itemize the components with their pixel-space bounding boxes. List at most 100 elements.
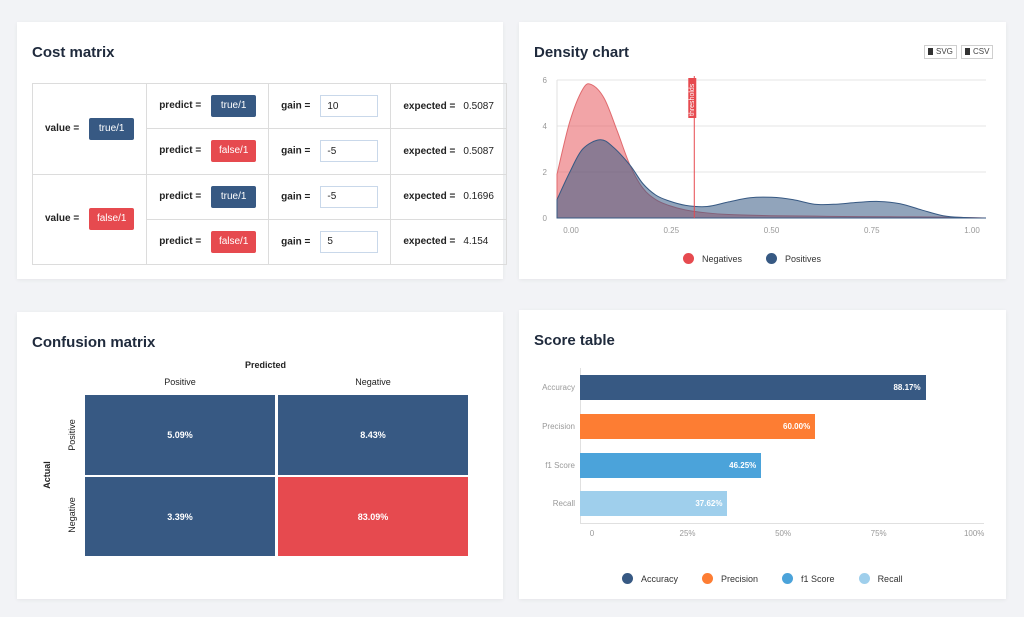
legend-dot	[622, 573, 633, 584]
expected-cell: expected = 0.5087	[390, 82, 507, 130]
score-bar: 46.25%	[580, 453, 762, 478]
legend-dot	[683, 253, 694, 264]
gain-input[interactable]	[320, 185, 379, 208]
x-tick-label: 75%	[870, 529, 887, 538]
x-tick-label: 50%	[775, 529, 792, 538]
predict-cell: predict = true/1	[146, 173, 270, 220]
score-bar: 60.00%	[580, 414, 816, 439]
score-bar: 37.62%	[580, 491, 728, 516]
cost-matrix-table: value = true/1 predict = true/1 gain = expect…	[31, 82, 507, 266]
confusion-cell-fn: 8.43%	[278, 395, 468, 475]
score-table-card: Score table 88.17% Accuracy 60.00% Precisio…	[519, 310, 1006, 599]
legend-item-f1-score[interactable]: f1 Score	[782, 573, 835, 584]
score-bar-chart: 88.17% Accuracy 60.00% Precision 46.25% f1 Sc…	[519, 310, 1006, 599]
gain-cell: gain =	[268, 218, 392, 266]
expected-label: expected =	[403, 100, 456, 112]
confusion-matrix-title: Confusion matrix	[32, 334, 156, 351]
value-tag: true/1	[89, 117, 135, 140]
cost-matrix-card: Cost matrix value = true/1 predict = true/1…	[17, 22, 507, 279]
threshold-label: thresholds	[689, 83, 696, 116]
x-tick-label: 0.50	[764, 226, 780, 235]
score-category-label: f1 Score	[545, 461, 575, 470]
legend-label: Recall	[877, 573, 903, 584]
value-label: value =	[45, 213, 80, 225]
score-legend: Accuracy Precision f1 Score Recall	[622, 573, 903, 584]
predict-label: predict =	[159, 190, 202, 202]
density-chart: 0 2 4 6 0.00 0.25 0.50 0.75 1.00 thresholds	[543, 76, 987, 235]
gain-label: gain =	[281, 146, 311, 158]
value-cell: value = true/1	[31, 83, 148, 175]
x-tick-label: 100%	[963, 529, 985, 538]
cost-matrix-row: value = false/1 predict = true/1 gain = expec…	[31, 173, 507, 265]
predict-label: predict =	[159, 145, 202, 157]
col-label-negative: Negative	[355, 377, 391, 387]
confusion-matrix-card: Confusion matrix Predicted Positive Nega…	[17, 312, 503, 599]
expected-cell: expected = 0.5087	[390, 128, 507, 175]
expected-value: 0.5087	[463, 100, 494, 112]
gain-input[interactable]	[320, 230, 379, 253]
legend-label: Precision	[721, 573, 759, 584]
density-chart-card: Density chart SVG CSV 0 2 4 6 0.00 0.25 0.50 0.…	[519, 22, 1006, 279]
gain-cell: gain =	[268, 82, 392, 130]
x-tick-label: 25%	[679, 529, 696, 538]
predict-tag: true/1	[211, 185, 257, 208]
y-tick-label: 2	[543, 168, 548, 177]
gain-cell: gain =	[268, 128, 392, 175]
legend-item-positives[interactable]: Positives	[766, 253, 821, 264]
actual-axis-label: Actual	[42, 461, 52, 489]
legend-dot	[702, 573, 714, 584]
value-label: value =	[45, 122, 80, 134]
gain-input[interactable]	[320, 140, 379, 163]
score-category-label: Precision	[542, 422, 575, 431]
expected-cell: expected = 0.1696	[390, 173, 507, 220]
score-bar: 88.17%	[580, 375, 926, 400]
x-axis	[580, 523, 984, 524]
legend-item-recall[interactable]: Recall	[858, 573, 903, 584]
x-tick-label: 0	[589, 529, 595, 538]
y-tick-label: 4	[543, 122, 548, 131]
legend-dot	[858, 573, 870, 584]
score-category-label: Accuracy	[542, 383, 575, 392]
predict-cell: predict = false/1	[146, 218, 270, 266]
predict-cell: predict = true/1	[146, 82, 270, 130]
predict-tag: false/1	[211, 230, 257, 253]
legend-label: Accuracy	[641, 573, 679, 584]
legend-dot	[766, 253, 778, 264]
row-label-positive: Positive	[67, 419, 77, 451]
confusion-cell-tp: 5.09%	[85, 395, 275, 475]
expected-cell: expected = 4.154	[390, 218, 507, 266]
expected-label: expected =	[403, 145, 456, 157]
legend-dot	[782, 573, 794, 584]
col-label-positive: Positive	[164, 377, 196, 387]
legend-label: Positives	[785, 253, 822, 264]
cost-matrix-title: Cost matrix	[32, 44, 115, 61]
predict-tag: true/1	[211, 95, 257, 118]
confusion-cell-tn: 83.09%	[278, 477, 468, 556]
score-category-label: Recall	[552, 499, 575, 508]
predict-label: predict =	[159, 235, 202, 247]
expected-value: 0.1696	[463, 191, 494, 203]
expected-label: expected =	[403, 191, 456, 203]
gain-label: gain =	[281, 100, 311, 112]
expected-value: 0.5087	[463, 145, 494, 157]
x-tick-label: 1.00	[964, 226, 980, 235]
x-tick-label: 0.75	[864, 226, 880, 235]
row-label-negative: Negative	[67, 497, 77, 533]
density-legend: Negatives Positives	[683, 253, 821, 264]
expected-value: 4.154	[463, 236, 489, 248]
confusion-cell-fp: 3.39%	[85, 477, 275, 556]
x-tick-label: 0.00	[563, 226, 579, 235]
y-tick-label: 0	[543, 214, 548, 223]
x-tick-label: 0.25	[663, 226, 679, 235]
cost-matrix-row: value = true/1 predict = true/1 gain = expect…	[31, 82, 507, 175]
legend-item-negatives[interactable]: Negatives	[683, 253, 742, 264]
value-cell: value = false/1	[31, 173, 148, 265]
legend-item-accuracy[interactable]: Accuracy	[622, 573, 678, 584]
legend-item-precision[interactable]: Precision	[702, 573, 758, 584]
predicted-axis-label: Predicted	[245, 360, 287, 370]
gain-label: gain =	[281, 236, 311, 248]
gain-label: gain =	[281, 191, 311, 203]
gain-input[interactable]	[320, 95, 379, 118]
y-tick-label: 6	[543, 76, 548, 85]
predict-label: predict =	[159, 100, 202, 112]
